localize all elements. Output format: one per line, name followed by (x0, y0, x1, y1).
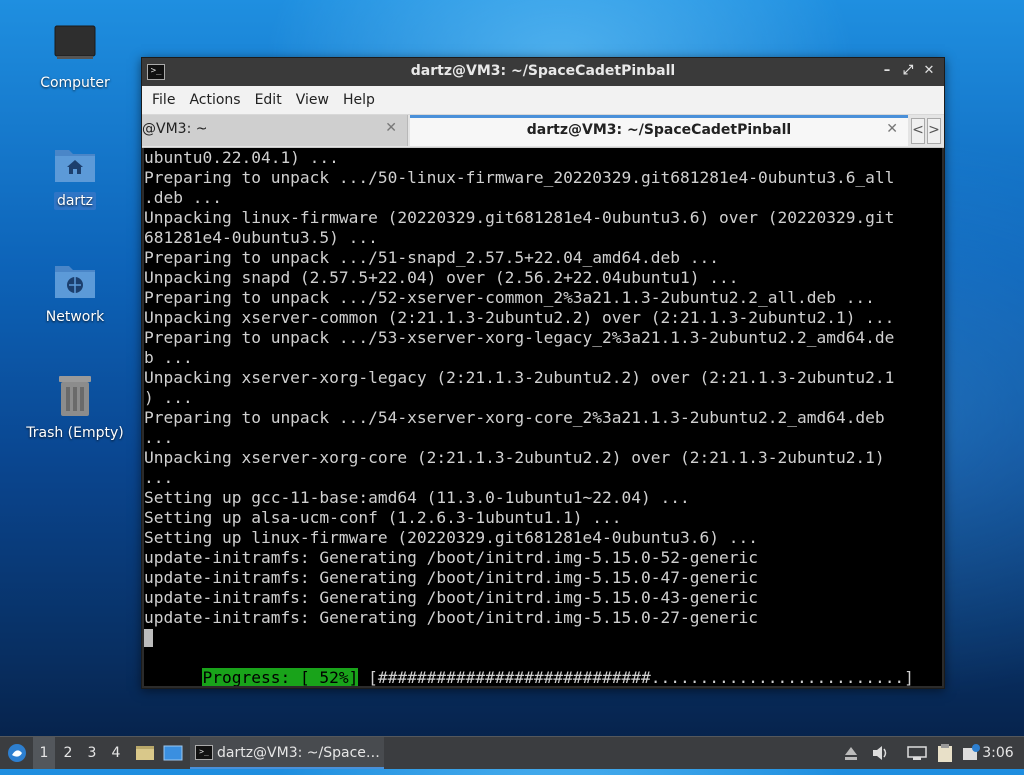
file-manager-launcher-icon[interactable] (133, 737, 157, 769)
maximize-icon[interactable]: ⤢ (899, 62, 917, 80)
terminal-line: b ... (144, 348, 193, 367)
terminal-line: ) ... (144, 388, 193, 407)
terminal-line: Setting up gcc-11-base:amd64 (11.3.0-1ub… (144, 488, 690, 507)
terminal-line: Preparing to unpack .../53-xserver-xorg-… (144, 328, 895, 347)
tab-bar: @VM3: ~ ✕ dartz@VM3: ~/SpaceCadetPinball… (142, 115, 944, 148)
desktop-icon-label: Trash (Empty) (26, 425, 124, 441)
whisker-menu-icon[interactable] (4, 737, 30, 769)
terminal-line: update-initramfs: Generating /boot/initr… (144, 608, 758, 627)
desktop-icon-label: Network (45, 309, 105, 325)
tab-next-button[interactable]: > (927, 118, 941, 144)
workspace-3[interactable]: 3 (81, 737, 103, 769)
window-titlebar[interactable]: >_ dartz@VM3: ~/SpaceCadetPinball – ⤢ ✕ (142, 58, 944, 86)
terminal-output[interactable]: ubuntu0.22.04.1) ... Preparing to unpack … (144, 148, 942, 686)
taskbar: 1 2 3 4 >_ dartz@VM3: ~/Space… 3:06 (0, 736, 1024, 769)
tab-label: @VM3: ~ (142, 121, 208, 137)
terminal-line: Preparing to unpack .../52-xserver-commo… (144, 288, 875, 307)
desktop-icon-network[interactable]: Network (20, 256, 130, 326)
desktop-icon-home[interactable]: dartz (20, 140, 130, 210)
workspace-1[interactable]: 1 (33, 737, 55, 769)
clock[interactable]: 3:06 (978, 737, 1018, 769)
terminal-line: Unpacking linux-firmware (20220329.git68… (144, 208, 895, 227)
taskbar-task-label: dartz@VM3: ~/Space… (217, 745, 380, 761)
tab-close-icon[interactable]: ✕ (385, 120, 397, 136)
terminal-line: Unpacking xserver-common (2:21.1.3-2ubun… (144, 308, 895, 327)
tab-label: dartz@VM3: ~/SpaceCadetPinball (526, 122, 792, 138)
taskbar-task-terminal[interactable]: >_ dartz@VM3: ~/Space… (190, 737, 384, 769)
menubar: File Actions Edit View Help (142, 86, 944, 115)
menu-actions[interactable]: Actions (182, 92, 247, 108)
workspace-2[interactable]: 2 (57, 737, 79, 769)
desktop-icon-label: Computer (40, 75, 110, 91)
trash-icon (51, 372, 99, 420)
computer-icon (51, 22, 99, 70)
terminal-lines: ubuntu0.22.04.1) ... Preparing to unpack … (144, 148, 894, 628)
terminal-line: Unpacking xserver-xorg-core (2:21.1.3-2u… (144, 448, 885, 467)
terminal-line: ... (144, 468, 174, 487)
minimize-icon[interactable]: – (878, 62, 896, 80)
progress-bar: [############################...........… (358, 668, 914, 686)
terminal-line: .deb ... (144, 188, 222, 207)
volume-icon[interactable] (870, 737, 890, 769)
terminal-line: update-initramfs: Generating /boot/initr… (144, 548, 758, 567)
desktop-icon-label: dartz (53, 192, 97, 210)
terminal-line: Setting up alsa-ucm-conf (1.2.6.3-1ubunt… (144, 508, 622, 527)
network-folder-icon (51, 256, 99, 304)
tab-spacecadetpinball[interactable]: dartz@VM3: ~/SpaceCadetPinball ✕ (410, 115, 908, 146)
tab-close-icon[interactable]: ✕ (886, 121, 898, 137)
tab-prev-button[interactable]: < (911, 118, 925, 144)
terminal-line: Unpacking snapd (2.57.5+22.04) over (2.5… (144, 268, 739, 287)
terminal-task-icon: >_ (195, 745, 213, 760)
network-status-icon[interactable] (906, 737, 928, 769)
close-icon[interactable]: ✕ (920, 62, 938, 80)
terminal-line: 681281e4-0ubuntu3.5) ... (144, 228, 378, 247)
show-desktop-icon[interactable] (161, 737, 185, 769)
terminal-line: update-initramfs: Generating /boot/initr… (144, 568, 758, 587)
terminal-line: Preparing to unpack .../54-xserver-xorg-… (144, 408, 885, 427)
eject-icon[interactable] (842, 737, 860, 769)
desktop-icon-computer[interactable]: Computer (20, 22, 130, 92)
progress-label: Progress: [ 52%] (202, 668, 359, 686)
terminal-line: Preparing to unpack .../50-linux-firmwar… (144, 168, 895, 187)
terminal-line: ... (144, 428, 174, 447)
window-title: dartz@VM3: ~/SpaceCadetPinball (410, 63, 676, 79)
terminal-line: Setting up linux-firmware (20220329.git6… (144, 528, 758, 547)
desktop-icon-trash[interactable]: Trash (Empty) (20, 372, 130, 442)
home-folder-icon (51, 140, 99, 188)
terminal-window: >_ dartz@VM3: ~/SpaceCadetPinball – ⤢ ✕ … (141, 57, 945, 689)
terminal-line: update-initramfs: Generating /boot/initr… (144, 588, 758, 607)
tab-home[interactable]: @VM3: ~ ✕ (142, 115, 408, 146)
menu-file[interactable]: File (145, 92, 182, 108)
terminal-line: Unpacking xserver-xorg-legacy (2:21.1.3-… (144, 368, 895, 387)
terminal-cursor (144, 628, 153, 648)
workspace-4[interactable]: 4 (105, 737, 127, 769)
menu-edit[interactable]: Edit (248, 92, 289, 108)
menu-view[interactable]: View (289, 92, 336, 108)
menu-help[interactable]: Help (336, 92, 382, 108)
terminal-line: ubuntu0.22.04.1) ... (144, 148, 339, 167)
terminal-line: Preparing to unpack .../51-snapd_2.57.5+… (144, 248, 719, 267)
clipboard-icon[interactable] (934, 737, 956, 769)
apt-progress: Progress: [ 52%] [######################… (144, 648, 914, 686)
